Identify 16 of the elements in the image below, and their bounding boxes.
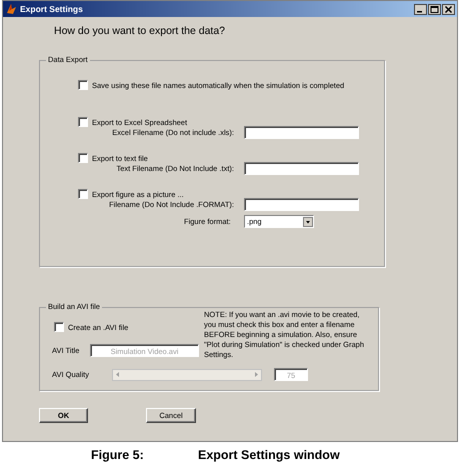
prompt-text: How do you want to export the data? — [54, 25, 226, 37]
minimize-icon[interactable] — [414, 4, 427, 14]
filename-field[interactable] — [244, 162, 359, 175]
caption-text: Export Settings window — [198, 448, 340, 462]
checkbox[interactable] — [78, 80, 88, 90]
filename-field[interactable] — [244, 198, 359, 211]
checkbox[interactable] — [78, 153, 88, 163]
close-icon[interactable] — [442, 4, 455, 14]
app-icon — [5, 3, 17, 15]
checkbox[interactable] — [54, 322, 64, 332]
filename-field[interactable] — [244, 126, 359, 139]
maximize-icon[interactable] — [428, 4, 441, 14]
checkbox[interactable] — [78, 189, 88, 199]
window-title: Export Settings — [20, 4, 83, 14]
checkbox[interactable] — [78, 117, 88, 127]
caption-number: Figure 5: — [91, 448, 145, 462]
